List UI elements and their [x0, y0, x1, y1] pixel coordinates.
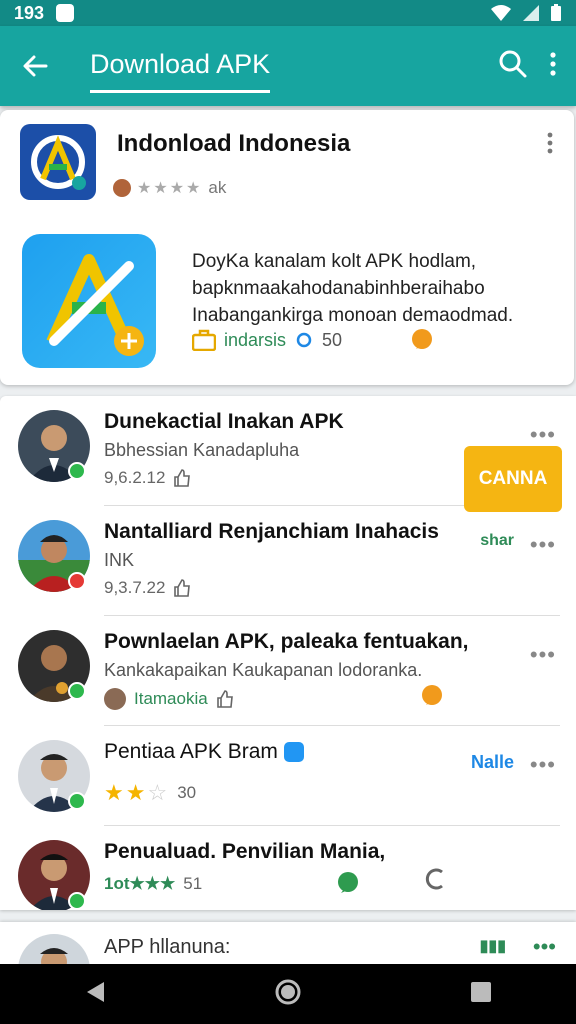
list-item-title: APP hllanuna: [104, 936, 231, 958]
thumb-up-icon [216, 690, 233, 708]
nav-recents-button[interactable] [470, 981, 492, 1008]
briefcase-icon [192, 329, 216, 351]
app-icon-large [22, 234, 156, 368]
side-tag: shar [480, 532, 514, 549]
nav-back-button[interactable] [84, 980, 106, 1009]
page-title: Download APK [90, 49, 271, 93]
rating-text: ak [208, 178, 227, 197]
app-icon-small [20, 124, 96, 200]
featured-overflow-button[interactable] [546, 132, 554, 159]
share-icon [425, 868, 443, 890]
list-item[interactable]: Nantalliard Renjanchiam Inahacis INK 9,3… [0, 506, 576, 616]
developer-avatar [113, 179, 131, 197]
more-horiz-icon[interactable]: ••• [530, 642, 556, 668]
app-bar-actions [498, 49, 576, 84]
list-item-title: Penualuad. Penvilian Mania, [104, 840, 386, 863]
rating-count: 30 [177, 783, 197, 802]
chat-bubble-icon [412, 329, 433, 349]
blue-badge-icon [283, 742, 304, 763]
search-icon [499, 50, 527, 77]
system-nav-bar [0, 964, 576, 1024]
featured-app-card[interactable]: Indonload Indonesia ★★★★ ak DoyKa kanala… [0, 110, 574, 385]
list-item-title-text: Pentiaa APK Bram [104, 740, 278, 763]
list-item-meta: 1ot★★★ 51 [104, 874, 202, 894]
more-horiz-icon[interactable]: ••• [530, 422, 556, 448]
featured-tags: indarsis 50 [192, 328, 562, 352]
more-horiz-icon[interactable]: ••• [530, 532, 556, 558]
list-item[interactable]: Pentiaa APK Bram ★★☆ 30 Nalle ••• [0, 726, 576, 826]
tag-label: indarsis [224, 329, 287, 350]
triangle-back-icon [87, 981, 104, 1002]
list-item-subtitle: Kankakapaikan Kaukapanan lodoranka. [104, 660, 423, 680]
version-text: 9,6.2.12 [104, 468, 166, 487]
verified-badge-icon [68, 682, 86, 700]
nav-home-button[interactable] [274, 978, 302, 1011]
list-item-title: Nantalliard Renjanchiam Inahacis [104, 520, 439, 543]
sync-icon [296, 332, 312, 348]
back-button[interactable] [0, 26, 70, 106]
verified-badge-icon [68, 892, 86, 910]
verified-badge-icon [68, 572, 86, 590]
list-item-meta: 9,3.7.22 [104, 578, 191, 598]
list-item-title: Pownlaelan APK, paleaka fentuakan, [104, 630, 469, 653]
tag-count: 50 [322, 329, 343, 350]
rating-stars-icon: ★★☆ [104, 780, 170, 805]
list-item-subtitle: INK [104, 550, 135, 570]
cta-button[interactable]: CANNA [464, 446, 562, 512]
featured-rating: ★★★★ ak [113, 178, 226, 198]
more-vert-icon [547, 132, 553, 154]
battery-icon [551, 4, 561, 21]
status-icons [490, 4, 562, 22]
more-horiz-icon[interactable]: ••• [533, 934, 556, 960]
developer-name: Itamaokia [134, 689, 208, 708]
list-item-title: Pentiaa APK Bram [104, 740, 304, 764]
status-time: 193 [14, 2, 45, 23]
version-text: 9,3.7.22 [104, 578, 166, 597]
list-item-meta: Itamaokia [104, 688, 234, 710]
back-arrow-icon [23, 55, 48, 77]
signal-bars-icon: ▮▮▮ [479, 938, 506, 955]
circle-home-icon [275, 979, 301, 1004]
thumb-up-icon [174, 579, 191, 597]
search-button[interactable] [498, 49, 528, 84]
verified-badge-icon [68, 462, 86, 480]
list-item[interactable]: Penualuad. Penvilian Mania, 1ot★★★ 51 [0, 826, 576, 910]
featured-description: DoyKa kanalam kolt APK hodlam, bapknmaak… [192, 251, 514, 326]
chat-bubble-icon [422, 685, 442, 705]
list-item[interactable]: Pownlaelan APK, paleaka fentuakan, Kanka… [0, 616, 576, 726]
rating-stars-icon: ★★★★ [137, 180, 203, 197]
square-recents-icon [471, 981, 491, 1002]
thumb-up-icon [174, 469, 191, 487]
apk-logo-icon [31, 135, 86, 190]
developer-avatar [104, 688, 126, 710]
list-item-meta: 9,6.2.12 [104, 468, 191, 488]
featured-app-title: Indonload Indonesia [117, 130, 351, 157]
more-horiz-icon[interactable]: ••• [530, 752, 556, 778]
side-tag: Nalle [470, 752, 514, 772]
wifi-icon [491, 5, 511, 21]
list-item-meta: ★★☆ 30 [104, 780, 196, 806]
verified-badge-icon [68, 792, 86, 810]
list-item-title: Dunekactial Inakan APK [104, 410, 344, 433]
signal-icon [523, 5, 539, 21]
notification-icon [56, 4, 75, 22]
chat-bubble-icon [338, 872, 358, 893]
more-vert-icon [550, 51, 556, 76]
app-bar: Download APK [0, 26, 576, 106]
status-bar: 193 [0, 0, 576, 26]
list-item-subtitle: Bbhessian Kanadapluha [104, 440, 300, 460]
rating-prefix: 1ot★★★ [104, 874, 176, 893]
overflow-menu-button[interactable] [548, 51, 558, 82]
apk-logo-icon [46, 254, 144, 356]
rating-count: 51 [183, 874, 203, 893]
